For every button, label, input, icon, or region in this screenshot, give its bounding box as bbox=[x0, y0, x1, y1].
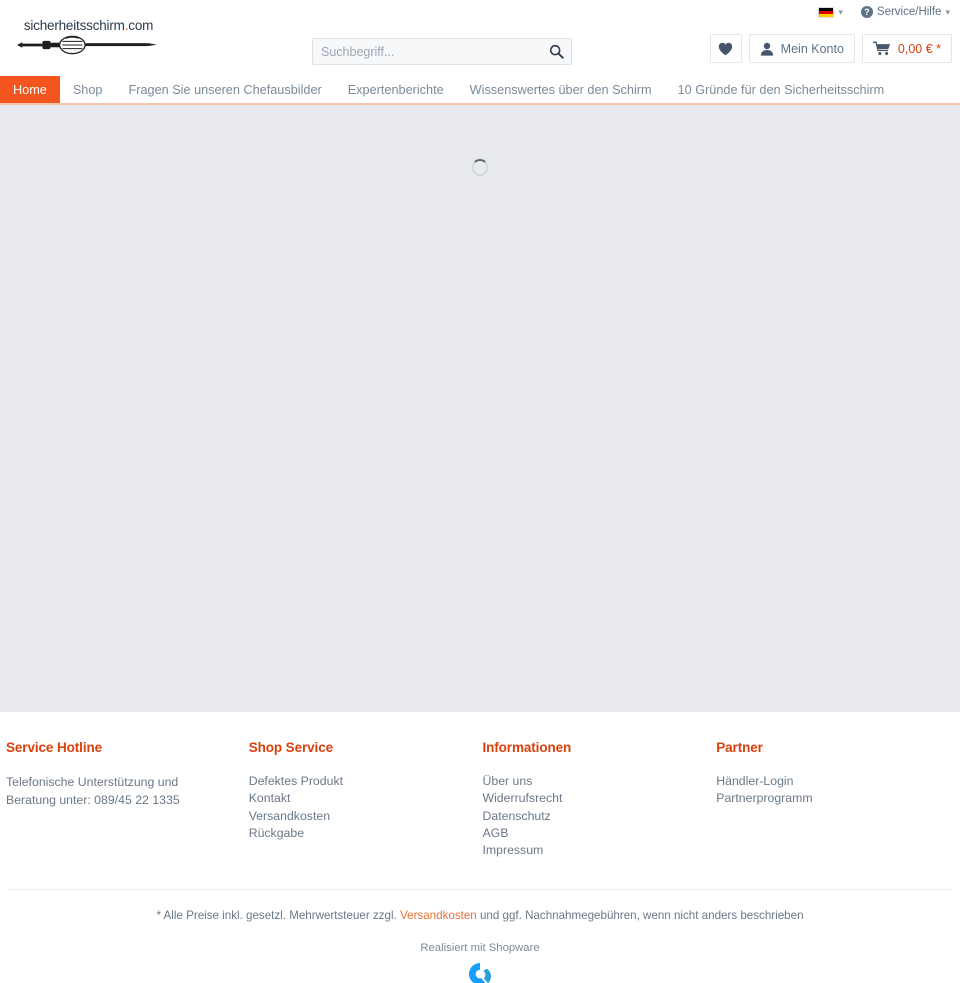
footer-link-kontakt[interactable]: Kontakt bbox=[249, 790, 465, 807]
legal-shipping-link[interactable]: Versandkosten bbox=[400, 909, 477, 922]
footer-link-haendler-login[interactable]: Händler-Login bbox=[716, 773, 936, 790]
footer-link-agb[interactable]: AGB bbox=[482, 825, 698, 842]
chevron-down-icon: ▾ bbox=[838, 6, 843, 17]
account-label: Mein Konto bbox=[780, 41, 844, 56]
footer-columns: Service Hotline Telefonische Unterstützu… bbox=[0, 740, 960, 859]
footer-column-shop-service: Shop Service Defektes Produkt Kontakt Ve… bbox=[249, 740, 483, 859]
shopware-logo bbox=[469, 963, 491, 983]
heart-icon bbox=[718, 42, 733, 55]
language-selector[interactable]: ▾ bbox=[818, 6, 843, 18]
footer-link-versandkosten[interactable]: Versandkosten bbox=[249, 808, 465, 825]
main-content-area bbox=[0, 105, 960, 712]
footer-link-defektes-produkt[interactable]: Defektes Produkt bbox=[249, 773, 465, 790]
site-footer: Service Hotline Telefonische Unterstützu… bbox=[0, 712, 960, 983]
logo-text-name: sicherheitsschirm bbox=[23, 18, 125, 33]
footer-link-rueckgabe[interactable]: Rückgabe bbox=[249, 825, 465, 842]
search-button[interactable] bbox=[541, 39, 571, 64]
legal-text-before: * Alle Preise inkl. gesetzl. Mehrwertste… bbox=[156, 909, 401, 923]
service-help-label: Service/Hilfe bbox=[876, 6, 942, 18]
footer-column-informationen: Informationen Über uns Widerrufsrecht Da… bbox=[482, 740, 716, 859]
nav-item-10-gruende[interactable]: 10 Gründe für den Sicherheitsschirm bbox=[665, 76, 898, 103]
page-root: ▾ ? Service/Hilfe ▾ sicherheitsschirm.co… bbox=[0, 0, 960, 983]
service-hotline-text: Telefonische Unterstützung und Beratung … bbox=[6, 775, 180, 807]
nav-item-wissenswertes[interactable]: Wissenswertes über den Schirm bbox=[457, 76, 665, 103]
nav-item-expertenberichte[interactable]: Expertenberichte bbox=[335, 76, 457, 103]
cart-amount: 0,00 € * bbox=[897, 41, 941, 56]
footer-link-ueber-uns[interactable]: Über uns bbox=[482, 773, 698, 790]
shopware-logo-wrap[interactable] bbox=[0, 954, 960, 983]
logo-text-tld: com bbox=[128, 18, 154, 33]
nav-item-shop[interactable]: Shop bbox=[60, 76, 116, 103]
header-actions: Mein Konto 0,00 € * bbox=[709, 34, 952, 63]
footer-link-widerrufsrecht[interactable]: Widerrufsrecht bbox=[482, 790, 698, 807]
powered-by-text: Realisiert mit Shopware bbox=[420, 942, 540, 955]
site-header: sicherheitsschirm.com Suchbegriff... Mei… bbox=[0, 18, 960, 76]
main-navigation: Home Shop Fragen Sie unseren Chefausbild… bbox=[0, 76, 960, 105]
search-icon bbox=[549, 44, 564, 59]
wishlist-button[interactable] bbox=[709, 34, 742, 63]
chevron-down-icon: ▾ bbox=[945, 6, 950, 17]
footer-heading: Partner bbox=[716, 740, 763, 755]
logo-text: sicherheitsschirm.com bbox=[6, 18, 171, 33]
german-flag-icon bbox=[818, 6, 835, 18]
site-logo[interactable]: sicherheitsschirm.com bbox=[6, 18, 171, 55]
hand-gripping-umbrella-logo-icon bbox=[16, 35, 157, 55]
footer-column-service-hotline: Service Hotline Telefonische Unterstützu… bbox=[6, 740, 249, 859]
question-circle-icon: ? bbox=[860, 6, 873, 18]
loading-spinner bbox=[471, 159, 489, 176]
legal-notice: * Alle Preise inkl. gesetzl. Mehrwertste… bbox=[0, 890, 960, 922]
legal-text-after: und ggf. Nachnahmegebühren, wenn nicht a… bbox=[476, 909, 804, 923]
account-button[interactable]: Mein Konto bbox=[748, 34, 855, 63]
footer-heading: Informationen bbox=[482, 740, 572, 755]
footer-heading: Shop Service bbox=[248, 740, 334, 755]
search-box[interactable] bbox=[312, 38, 572, 65]
user-icon bbox=[760, 42, 773, 56]
nav-item-fragen-chefausbilder[interactable]: Fragen Sie unseren Chefausbilder bbox=[115, 76, 334, 103]
service-help-menu[interactable]: ? Service/Hilfe ▾ bbox=[860, 6, 950, 18]
footer-link-impressum[interactable]: Impressum bbox=[482, 842, 698, 859]
cart-button[interactable]: 0,00 € * bbox=[861, 34, 952, 63]
footer-link-partnerprogramm[interactable]: Partnerprogramm bbox=[716, 790, 936, 807]
footer-column-partner: Partner Händler-Login Partnerprogramm bbox=[716, 740, 954, 859]
nav-item-home[interactable]: Home bbox=[0, 76, 60, 103]
cart-icon bbox=[872, 41, 891, 56]
footer-heading: Service Hotline bbox=[6, 740, 103, 755]
search-input[interactable] bbox=[313, 44, 541, 59]
footer-link-datenschutz[interactable]: Datenschutz bbox=[482, 808, 698, 825]
